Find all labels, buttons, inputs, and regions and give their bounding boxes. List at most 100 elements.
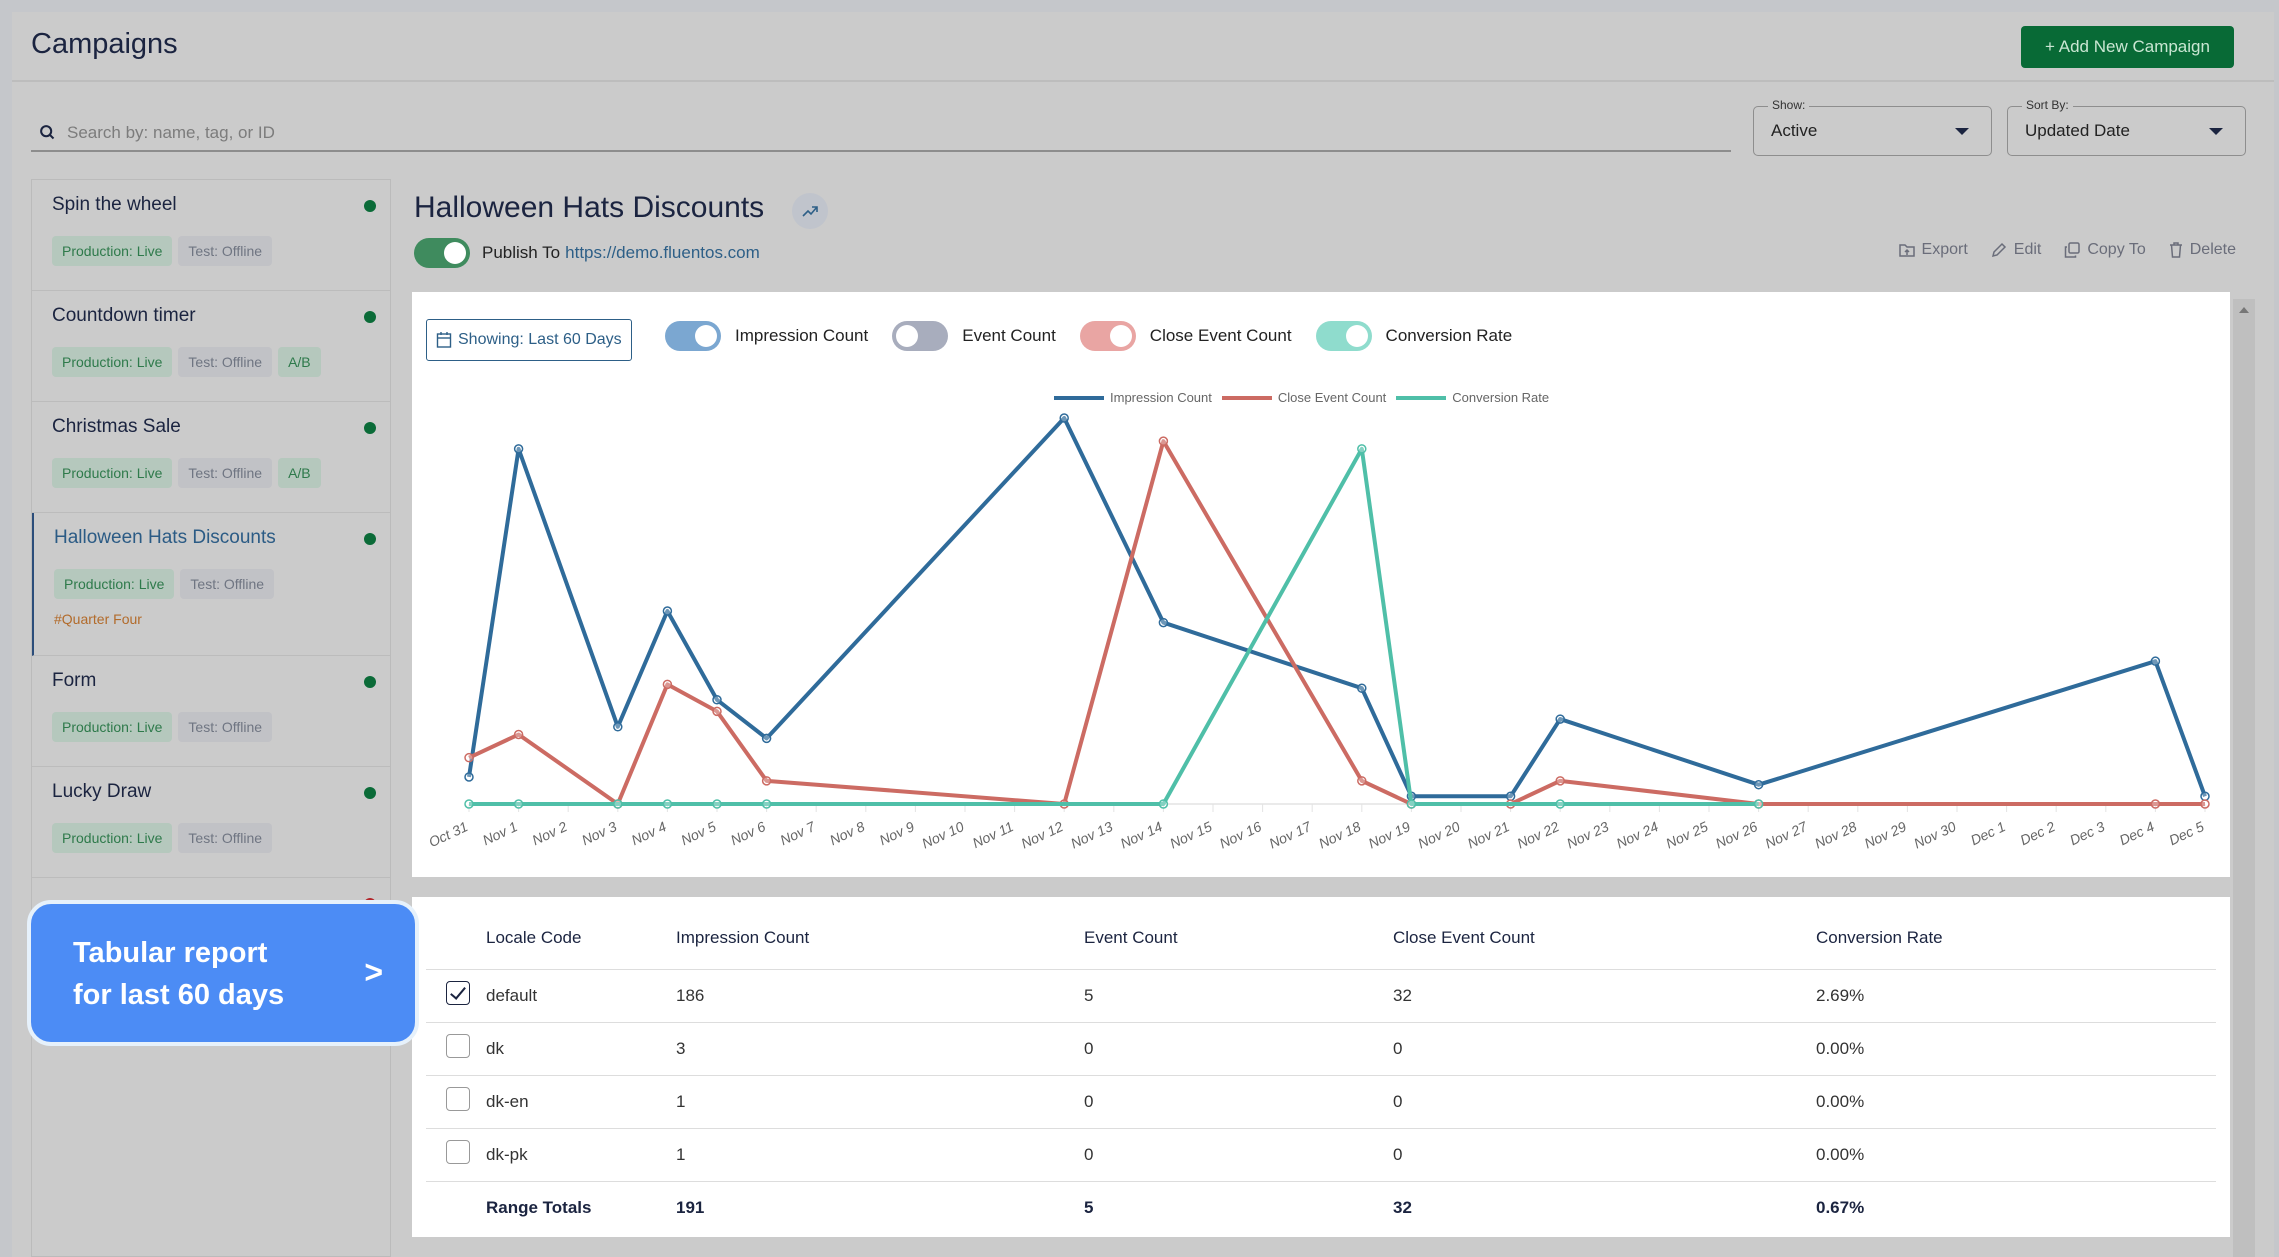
show-filter-select[interactable]: Show: Active [1753,98,1992,156]
x-tick-label: Nov 10 [919,818,966,851]
cell-locale: dk-pk [486,1128,676,1182]
campaign-item-selected[interactable]: Halloween Hats Discounts Production: Liv… [32,513,390,656]
column-header-conversion[interactable]: Conversion Rate [1816,907,2216,970]
toggle-conversion-rate[interactable]: Conversion Rate [1315,321,1512,351]
toggle-knob [896,325,919,347]
toggle-label: Event Count [962,326,1056,345]
legend-label: Impression Count [1110,390,1212,405]
x-tick-label: Nov 1 [480,818,520,848]
legend-item-close-event[interactable]: Close Event Count [1221,390,1386,405]
totals-conversion: 0.67% [1816,1197,1865,1217]
sort-by-select[interactable]: Sort By: Updated Date [2007,98,2246,156]
search-input[interactable] [67,123,1597,143]
x-tick-label: Dec 1 [1968,818,2008,848]
caret-down-icon [2209,128,2223,135]
status-dot-icon [364,311,376,323]
data-point-close-event-count [2150,799,2161,809]
status-dot-icon [364,787,376,799]
column-header-events[interactable]: Event Count [1084,907,1393,970]
toggle-close-event-count[interactable]: Close Event Count [1079,321,1292,351]
test-status-badge: Test: Offline [178,347,273,377]
toggle-switch[interactable] [1079,321,1136,351]
edit-button[interactable]: Edit [1990,241,2042,259]
toggle-switch[interactable] [665,321,721,351]
cell-events: 5 [1084,969,1393,1023]
data-point-impression-count [662,606,673,616]
sort-by-label: Sort By: [2022,98,2073,112]
publish-url-link[interactable]: https://demo.fluentos.com [565,243,760,263]
data-point-impression-count [513,444,524,454]
analytics-button[interactable] [792,193,828,229]
totals-label: Range Totals [486,1197,592,1217]
status-dot-icon [364,676,376,688]
publish-label: Publish To [482,243,561,262]
export-button[interactable]: Export [1898,241,1968,259]
row-checkbox[interactable] [446,1087,470,1111]
export-label: Export [1921,241,1968,258]
date-range-button[interactable]: Showing: Last 60 Days [426,319,632,361]
search-bar[interactable] [31,116,1731,152]
campaign-hashtag[interactable]: #Quarter Four [54,611,390,627]
test-status-badge: Test: Offline [180,569,275,599]
campaign-item[interactable]: Form Production: Live Test: Offline [32,656,390,767]
cell-close-events: 32 [1393,969,1816,1023]
x-tick-label: Nov 6 [728,818,768,848]
table-row: default 186 5 32 2.69% [426,969,2216,1023]
row-checkbox[interactable] [446,981,470,1005]
campaign-name: Countdown timer [52,305,196,326]
data-point-impression-count [2200,791,2210,802]
test-status-badge: Test: Offline [178,712,273,742]
data-point-close-event-count [464,752,474,763]
data-point-conversion-rate [613,799,623,809]
scroll-up-arrow-icon[interactable] [2239,307,2249,313]
chart-card: Oct 31 Nov 1 Nov 2 Nov 3 Nov 4 Nov 5 Nov 6 Nov … [412,292,2230,877]
column-header-close-events[interactable]: Close Event Count [1393,907,1816,970]
column-header-locale[interactable]: Locale Code [486,907,676,970]
data-point-impression-count [1357,683,1367,693]
campaign-item[interactable]: Spin the wheel Production: Live Test: Of… [32,180,390,291]
table-row: dk-en 1 0 0 0.00% [426,1075,2216,1129]
x-tick-label: Nov 29 [1862,818,1909,851]
campaign-item[interactable]: Lucky Draw Production: Live Test: Offlin… [32,767,390,878]
legend-item-conversion[interactable]: Conversion Rate [1396,390,1549,405]
ab-test-badge: A/B [278,347,321,377]
chevron-right-icon: > [364,954,383,990]
status-dot-icon [364,422,376,434]
callout-text: Tabular report for last 60 days [73,937,285,1011]
x-tick-label: Nov 2 [530,818,570,848]
totals-close-events: 32 [1393,1197,1412,1217]
cell-events: 0 [1084,1022,1393,1076]
data-point-conversion-rate [712,799,722,809]
column-header-impressions[interactable]: Impression Count [676,907,1084,970]
copy-to-button[interactable]: Copy To [2063,241,2146,259]
x-tick-label: Nov 3 [579,818,619,848]
vertical-scrollbar[interactable] [2233,299,2255,1257]
toggle-switch[interactable] [1315,321,1372,351]
toggle-impression-count[interactable]: Impression Count [665,321,868,351]
cell-locale: default [486,969,676,1023]
x-tick-label: Nov 27 [1763,818,1811,852]
data-point-impression-count [712,695,722,705]
campaign-name: Spin the wheel [52,194,177,215]
edit-label: Edit [2013,241,2042,258]
data-point-conversion-rate [1357,444,1367,454]
campaign-item[interactable]: Christmas Sale Production: Live Test: Of… [32,402,390,513]
cell-conversion: 0.00% [1816,1075,2216,1129]
add-new-campaign-button[interactable]: + Add New Campaign [2021,26,2234,68]
copy-icon [2065,242,2081,258]
publish-toggle[interactable] [414,238,470,268]
legend-item-impression[interactable]: Impression Count [1054,390,1212,405]
row-checkbox[interactable] [446,1034,470,1058]
row-checkbox[interactable] [446,1140,470,1164]
campaign-title: Halloween Hats Discounts [414,191,765,224]
toggle-event-count[interactable]: Event Count [892,321,1056,351]
delete-button[interactable]: Delete [2168,241,2236,259]
campaign-name: Halloween Hats Discounts [54,527,276,548]
tabular-report-callout[interactable]: Tabular report for last 60 days > [27,900,419,1046]
data-point-impression-count [2150,656,2161,666]
chart-legend: Impression Count Close Event Count Conve… [1054,390,1549,405]
toggle-switch[interactable] [892,321,949,351]
data-point-impression-count [613,722,623,732]
campaign-item[interactable]: Countdown timer Production: Live Test: O… [32,291,390,402]
cell-conversion: 0.00% [1816,1128,2216,1182]
